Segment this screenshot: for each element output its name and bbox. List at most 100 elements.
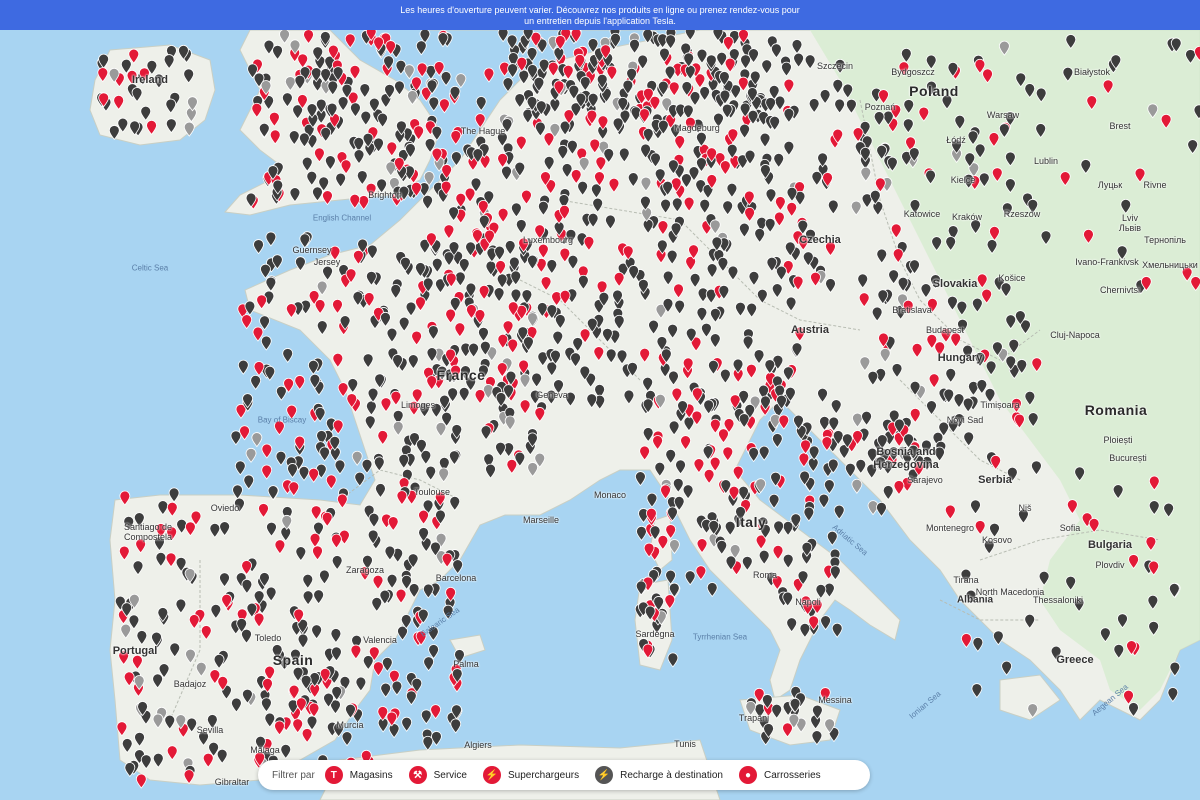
label-city-novi-sad: Novi Sad: [946, 415, 984, 425]
wrench-icon: ⚒: [408, 766, 427, 784]
label-city-bucuresti: București: [1109, 453, 1147, 463]
label-austria: Austria: [791, 324, 829, 336]
label-city-tirana: Tirana: [953, 575, 979, 585]
label-city-rivne: Rivne: [1143, 180, 1167, 190]
label-greece: Greece: [1056, 654, 1094, 666]
label-bosnia-1: Bosnia and: [876, 446, 936, 458]
label-portugal: Portugal: [112, 645, 158, 657]
label-bay-of-biscay: Bay of Biscay: [257, 415, 307, 425]
label-city-toulouse: Toulouse: [413, 487, 451, 497]
label-city-murcia: Murcia: [336, 720, 364, 730]
label-city-malaga: Málaga: [250, 745, 280, 755]
label-bulgaria: Bulgaria: [1087, 539, 1133, 551]
label-city-monaco: Monaco: [593, 490, 627, 500]
label-city-brest: Brest: [1109, 121, 1131, 131]
label-city-the-hague: The Hague: [460, 126, 506, 136]
label-spain: Spain: [272, 652, 314, 668]
filter-label: Carrosseries: [763, 769, 821, 781]
label-italy: Italy: [735, 514, 767, 530]
tesla-logo-icon: T: [324, 766, 343, 784]
label-city-sofia: Sofia: [1059, 523, 1081, 533]
filter-recharge-destination[interactable]: ⚡ Recharge à destination: [595, 766, 723, 784]
label-city-guernsey: Guernsey: [292, 245, 332, 255]
label-city-lodz: Łódź: [946, 135, 966, 145]
label-slovakia: Slovakia: [932, 278, 978, 290]
label-city-zaragoza: Zaragoza: [345, 565, 385, 575]
label-city-kosice: Košice: [998, 273, 1026, 283]
label-city-kielce: Kielce: [950, 175, 976, 185]
label-city-limoges: Limoges: [400, 400, 436, 410]
label-city-krakow: Kraków: [951, 212, 983, 222]
label-city-plovdiv: Plovdiv: [1095, 560, 1125, 570]
label-city-toledo: Toledo: [254, 633, 282, 643]
label-city-santiago-1: Santiago de: [123, 522, 173, 532]
label-celtic-sea: Celtic Sea: [131, 263, 169, 273]
label-city-ivano-frankivsk: Ivano-Frankivsk: [1075, 257, 1139, 267]
car-icon: ●: [738, 766, 757, 784]
label-city-bydgoszcz: Bydgoszcz: [891, 67, 935, 77]
label-city-messina: Messina: [818, 695, 852, 705]
label-english-channel: English Channel: [312, 213, 372, 223]
label-city-rzeszow: Rzeszów: [1003, 209, 1041, 219]
filter-service[interactable]: ⚒ Service: [408, 766, 467, 784]
label-city-magdeburg: Magdeburg: [674, 123, 720, 133]
label-city-napoli: Napoli: [795, 597, 821, 607]
label-bosnia-2: Herzegovina: [873, 459, 939, 471]
label-city-chernivtsi: Chernivtsi: [1099, 285, 1141, 295]
filter-label: Superchargeurs: [507, 769, 580, 781]
label-city-valencia: Valencia: [363, 635, 397, 645]
label-city-bialystok: Białystok: [1073, 67, 1111, 77]
label-city-tunis: Tunis: [674, 739, 696, 749]
label-tyrrhenian-sea: Tyrrhenian Sea: [692, 632, 748, 642]
label-city-nis: Niš: [1018, 503, 1032, 513]
label-city-lublin: Lublin: [1033, 156, 1059, 166]
label-kosovo: Kosovo: [981, 535, 1013, 545]
filter-bar-title: Filtrer par: [272, 769, 315, 781]
label-city-lviv: Lviv: [1121, 213, 1139, 223]
label-czechia: Czechia: [799, 234, 841, 246]
label-city-geneva: Geneva: [536, 390, 568, 400]
filter-label: Magasins: [349, 769, 393, 781]
label-city-bratislava: Bratislava: [892, 305, 932, 315]
label-city-palma: Palma: [453, 659, 479, 669]
label-city-cluj: Cluj-Napoca: [1050, 330, 1100, 340]
filter-bar: Filtrer par T Magasins ⚒ Service ⚡ Super…: [258, 760, 870, 790]
label-city-khmelnytskyi: Хмельницьки: [1142, 260, 1198, 270]
label-city-katowice: Katowice: [903, 209, 941, 219]
label-city-trapani: Trapani: [738, 713, 770, 723]
filter-carrosseries[interactable]: ● Carrosseries: [738, 766, 821, 784]
filter-superchargeurs[interactable]: ⚡ Superchargeurs: [482, 766, 580, 784]
label-city-thessaloniki: Thessaloniki: [1032, 595, 1084, 605]
label-city-sarajevo: Sarajevo: [907, 475, 943, 485]
label-city-oviedo: Oviedo: [210, 503, 240, 513]
label-city-ploiesti: Ploiești: [1103, 435, 1133, 445]
filter-magasins[interactable]: T Magasins: [324, 766, 393, 784]
lightning-icon: ⚡: [482, 766, 501, 784]
label-city-jersey: Jersey: [313, 257, 341, 267]
label-city-luxembourg: Luxembourg: [522, 235, 574, 245]
info-banner: Les heures d'ouverture peuvent varier. D…: [0, 0, 1200, 30]
label-city-budapest: Budapest: [925, 325, 965, 335]
banner-line-1: Les heures d'ouverture peuvent varier. D…: [400, 5, 800, 15]
label-city-barcelona: Barcelona: [435, 573, 477, 583]
label-city-brighton: Brighton: [368, 190, 402, 200]
label-city-szczecin: Szczecin: [816, 61, 854, 71]
label-city-timisoara: Timișoara: [980, 400, 1020, 410]
filter-label: Service: [433, 769, 467, 781]
banner-line-2: un entretien depuis l'application Tesla.: [524, 16, 676, 26]
label-france: France: [436, 367, 486, 383]
label-city-marseille: Marseille: [522, 515, 560, 525]
label-city-gibraltar: Gibraltar: [214, 777, 250, 787]
plug-lightning-icon: ⚡: [595, 766, 614, 784]
label-city-ternopil: Тернопіль: [1144, 235, 1186, 245]
label-city-sevilla: Sevilla: [196, 725, 224, 735]
label-city-lutsk: Луцьк: [1097, 180, 1123, 190]
label-city-poznan: Poznań: [864, 102, 896, 112]
filter-label: Recharge à destination: [620, 769, 723, 781]
label-montenegro: Montenegro: [925, 523, 975, 533]
label-city-lviv-uk: Львів: [1118, 223, 1142, 233]
label-city-warsaw: Warsaw: [986, 110, 1020, 120]
label-romania: Romania: [1084, 402, 1148, 418]
label-city-santiago-2: Compostela: [123, 532, 173, 542]
label-ireland: Ireland: [131, 74, 169, 86]
